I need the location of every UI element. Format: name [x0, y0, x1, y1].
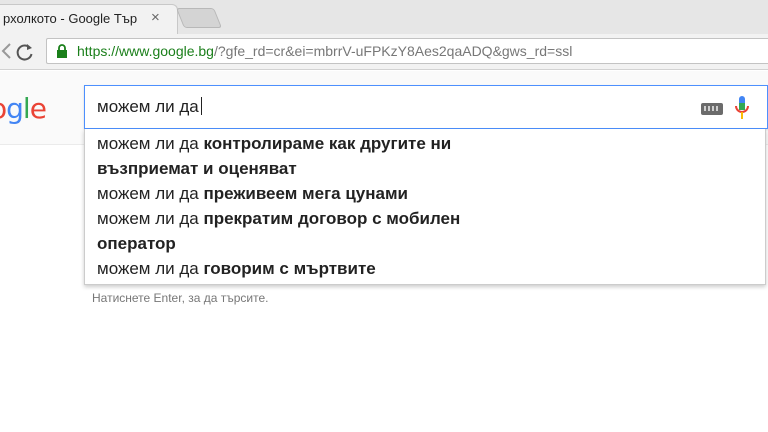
browser-tab[interactable]: рхолкото - Google Тър × — [0, 4, 178, 34]
suggestion-prefix: можем ли да — [97, 259, 204, 278]
url-text: https://www.google.bg/?gfe_rd=cr&ei=mbrr… — [77, 43, 572, 59]
microphone-icon[interactable] — [733, 93, 751, 123]
google-logo[interactable]: ogle — [0, 92, 47, 125]
suggestion-item[interactable]: оператор — [97, 231, 176, 256]
reload-icon[interactable] — [14, 42, 36, 62]
suggestion-item[interactable]: възприемат и оценяват — [97, 156, 297, 181]
suggestion-completion: възприемат и оценяват — [97, 159, 297, 178]
autocomplete-dropdown: можем ли да контролираме как другите ни в… — [84, 129, 766, 285]
suggestion-completion: говорим с мъртвите — [203, 259, 376, 278]
tab-title: рхолкото - Google Тър — [3, 11, 138, 26]
url-path: /?gfe_rd=cr&ei=mbrrV-uFPKzY8Aes2qaADQ&gw… — [213, 43, 573, 59]
tab-strip: рхолкото - Google Тър × — [0, 0, 768, 34]
suggestion-item[interactable]: можем ли да прекратим договор с мобилен — [97, 206, 460, 231]
suggestion-item[interactable]: можем ли да контролираме как другите ни — [97, 131, 451, 156]
suggestion-completion: контролираме как другите ни — [203, 134, 452, 153]
search-input[interactable]: можем ли да — [84, 85, 768, 129]
logo-letter: e — [29, 92, 47, 125]
address-bar[interactable]: https://www.google.bg/?gfe_rd=cr&ei=mbrr… — [46, 38, 768, 64]
tab-close-icon[interactable]: × — [151, 9, 160, 26]
search-query: можем ли да — [97, 97, 202, 117]
keyboard-icon[interactable] — [701, 103, 723, 115]
text-caret — [200, 97, 202, 115]
suggestion-completion: преживеем мега цунами — [203, 184, 408, 203]
enter-hint: Натиснете Enter, за да търсите. — [92, 291, 269, 305]
new-tab-button[interactable] — [175, 8, 223, 28]
browser-toolbar: https://www.google.bg/?gfe_rd=cr&ei=mbrr… — [0, 34, 768, 70]
suggestion-prefix: можем ли да — [97, 184, 204, 203]
suggestion-completion: оператор — [97, 234, 176, 253]
logo-letter: l — [22, 92, 31, 125]
lock-icon — [57, 44, 67, 58]
suggestion-prefix: можем ли да — [97, 134, 204, 153]
url-host: https://www.google.bg — [77, 43, 214, 59]
suggestion-item[interactable]: можем ли да преживеем мега цунами — [97, 181, 408, 206]
logo-letter: g — [6, 92, 24, 125]
suggestion-prefix: можем ли да — [97, 209, 204, 228]
suggestion-item[interactable]: можем ли да говорим с мъртвите — [97, 256, 376, 281]
back-arrow-icon[interactable] — [0, 40, 12, 62]
suggestion-completion: прекратим договор с мобилен — [203, 209, 461, 228]
